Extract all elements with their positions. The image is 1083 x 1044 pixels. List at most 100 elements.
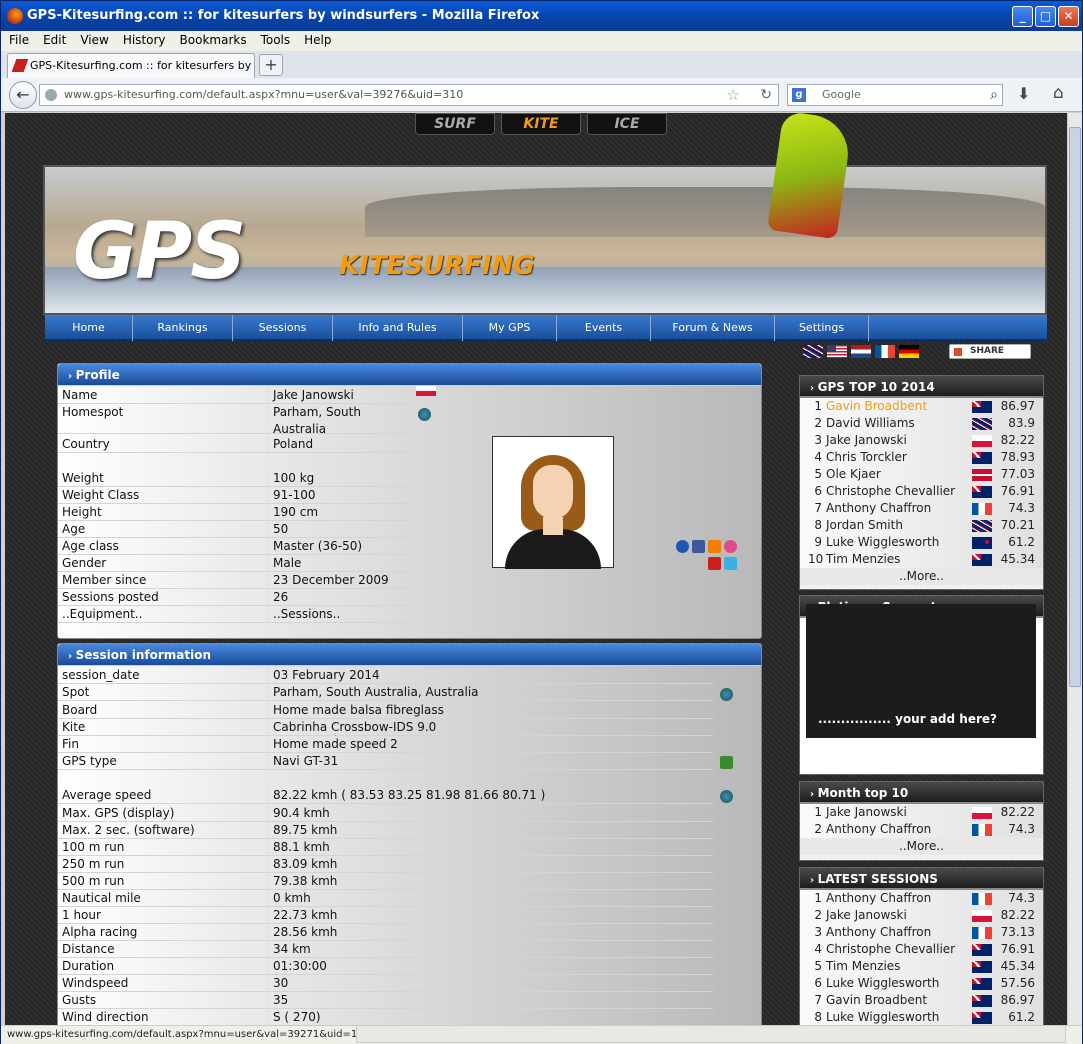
nav-my-gps[interactable]: My GPS [463, 315, 557, 341]
download-icon[interactable]: ⬇ [1017, 84, 1030, 103]
top10-list-item[interactable]: 10 Tim Menzies 45.34 [800, 551, 1043, 568]
close-button[interactable]: ✕ [1058, 6, 1079, 27]
flag-german-icon[interactable] [899, 345, 919, 358]
nav-sessions[interactable]: Sessions [233, 315, 333, 341]
share-button[interactable]: SHARE [949, 344, 1031, 359]
maximize-button[interactable]: □ [1035, 6, 1056, 27]
latest-list-item[interactable]: 4 Christophe Chevallier 76.91 [800, 941, 1043, 958]
menu-file[interactable]: File [1, 31, 35, 47]
menu-help[interactable]: Help [296, 31, 337, 47]
rider-name[interactable]: Christophe Chevallier [826, 483, 955, 500]
speed-score: 74.3 [1008, 501, 1035, 515]
vertical-scrollbar[interactable] [1067, 113, 1082, 1025]
top10-list-item[interactable]: 1 Gavin Broadbent 86.97 [800, 398, 1043, 415]
rider-name[interactable]: David Williams [826, 415, 915, 432]
rider-name[interactable]: Anthony Chaffron [826, 821, 931, 838]
rider-name[interactable]: Jordan Smith [826, 517, 903, 534]
row-divider [268, 521, 269, 538]
top10-list-item[interactable]: 9 Luke Wigglesworth 61.2 [800, 534, 1043, 551]
flag-us-icon[interactable] [827, 345, 847, 358]
top10-list-item[interactable]: 2 David Williams 83.9 [800, 415, 1043, 432]
rider-name[interactable]: Tim Menzies [826, 551, 900, 568]
top10-list-item[interactable]: 3 Jake Janowski 82.22 [800, 432, 1043, 449]
menu-view[interactable]: View [72, 31, 114, 47]
url-bar[interactable]: www.gps-kitesurfing.com/default.aspx?mnu… [39, 84, 779, 106]
flickr-icon[interactable] [724, 540, 737, 553]
reload-icon[interactable]: ↻ [760, 85, 772, 105]
home-link-icon[interactable] [676, 540, 689, 553]
flag-english-icon[interactable] [803, 345, 823, 358]
latest-list-item[interactable]: 3 Anthony Chaffron 73.13 [800, 924, 1043, 941]
home-icon[interactable]: ⌂ [1053, 83, 1064, 103]
rider-name[interactable]: Luke Wigglesworth [826, 975, 939, 992]
latest-list-item[interactable]: 8 Luke Wigglesworth 61.2 [800, 1009, 1043, 1025]
nav-events[interactable]: Events [557, 315, 651, 341]
rider-name[interactable]: Gavin Broadbent [826, 992, 927, 1009]
rider-name[interactable]: Jake Janowski [826, 907, 907, 924]
globe-map-icon[interactable] [418, 408, 431, 421]
bookmark-star-icon[interactable]: ☆ [727, 85, 740, 105]
profile-value[interactable]: ..Sessions.. [273, 606, 340, 623]
latest-list-item[interactable]: 2 Jake Janowski 82.22 [800, 907, 1043, 924]
latest-list-item[interactable]: 6 Luke Wigglesworth 57.56 [800, 975, 1043, 992]
rider-name[interactable]: Christophe Chevallier [826, 941, 955, 958]
search-icon[interactable]: ⌕ [990, 85, 998, 105]
rider-name[interactable]: Anthony Chaffron [826, 924, 931, 941]
top10-list-item[interactable]: 7 Anthony Chaffron 74.3 [800, 500, 1043, 517]
facebook-icon[interactable] [692, 540, 705, 553]
tab-kite[interactable]: KITE [501, 113, 581, 135]
horizontal-scrollbar[interactable] [356, 1025, 1066, 1043]
profile-row: Country Poland [58, 436, 413, 453]
flag-dutch-icon[interactable] [851, 345, 871, 358]
rider-name[interactable]: Tim Menzies [826, 958, 900, 975]
rider-name[interactable]: Ole Kjaer [826, 466, 881, 483]
rider-name[interactable]: Gavin Broadbent [826, 398, 927, 415]
month-list-item[interactable]: 1 Jake Janowski 82.22 [800, 804, 1043, 821]
nav-forum-news[interactable]: Forum & News [651, 315, 775, 341]
latest-list-item[interactable]: 5 Tim Menzies 45.34 [800, 958, 1043, 975]
browser-tab[interactable]: GPS-Kitesurfing.com :: for kitesurfers b… [7, 53, 255, 78]
month-list-item[interactable]: 2 Anthony Chaffron 74.3 [800, 821, 1043, 838]
nav-rankings[interactable]: Rankings [133, 315, 233, 341]
top10-list-item[interactable]: 8 Jordan Smith 70.21 [800, 517, 1043, 534]
top10-list-item[interactable]: 4 Chris Torckler 78.93 [800, 449, 1043, 466]
search-input[interactable]: g Google ⌕ [787, 84, 1003, 106]
session-value: Parham, South Australia, Australia [273, 685, 479, 699]
rider-name[interactable]: Luke Wigglesworth [826, 1009, 939, 1025]
minimize-button[interactable]: _ [1012, 6, 1033, 27]
profile-row[interactable]: ..Equipment.. ..Sessions.. [58, 606, 413, 623]
latest-list-item[interactable]: 7 Gavin Broadbent 86.97 [800, 992, 1043, 1009]
nav-home[interactable]: Home [45, 315, 133, 341]
blogger-icon[interactable] [708, 540, 721, 553]
latest-list-item[interactable]: 1 Anthony Chaffron 74.3 [800, 890, 1043, 907]
menu-history[interactable]: History [115, 31, 172, 47]
rider-name[interactable]: Chris Torckler [826, 449, 907, 466]
scroll-thumb[interactable] [1069, 127, 1081, 687]
top10-more-link[interactable]: ..More.. [800, 568, 1043, 585]
speed-map-icon[interactable] [720, 790, 733, 803]
tab-surf[interactable]: SURF [415, 113, 495, 135]
ad-space[interactable]: ................ your add here? [806, 604, 1036, 738]
rider-name[interactable]: Anthony Chaffron [826, 500, 931, 517]
rider-name[interactable]: Jake Janowski [826, 804, 907, 821]
rider-name[interactable]: Jake Janowski [826, 432, 907, 449]
menu-edit[interactable]: Edit [35, 31, 72, 47]
nav-info-rules[interactable]: Info and Rules [333, 315, 463, 341]
site-logo[interactable]: GPS [73, 207, 246, 297]
spot-map-icon[interactable] [720, 688, 733, 701]
top10-list-item[interactable]: 6 Christophe Chevallier 76.91 [800, 483, 1043, 500]
nav-settings[interactable]: Settings [775, 315, 869, 341]
month-more-link[interactable]: ..More.. [800, 838, 1043, 855]
twitter-icon[interactable] [724, 557, 737, 570]
rider-name[interactable]: Luke Wigglesworth [826, 534, 939, 551]
back-button[interactable]: ← [9, 81, 37, 109]
menu-bookmarks[interactable]: Bookmarks [172, 31, 253, 47]
rider-name[interactable]: Anthony Chaffron [826, 890, 931, 907]
tab-ice[interactable]: ICE [587, 113, 667, 135]
new-tab-button[interactable]: + [259, 54, 283, 76]
menu-tools[interactable]: Tools [253, 31, 297, 47]
gps-track-icon[interactable] [720, 756, 733, 769]
flag-french-icon[interactable] [875, 345, 895, 358]
youtube-icon[interactable] [708, 557, 721, 570]
top10-list-item[interactable]: 5 Ole Kjaer 77.03 [800, 466, 1043, 483]
